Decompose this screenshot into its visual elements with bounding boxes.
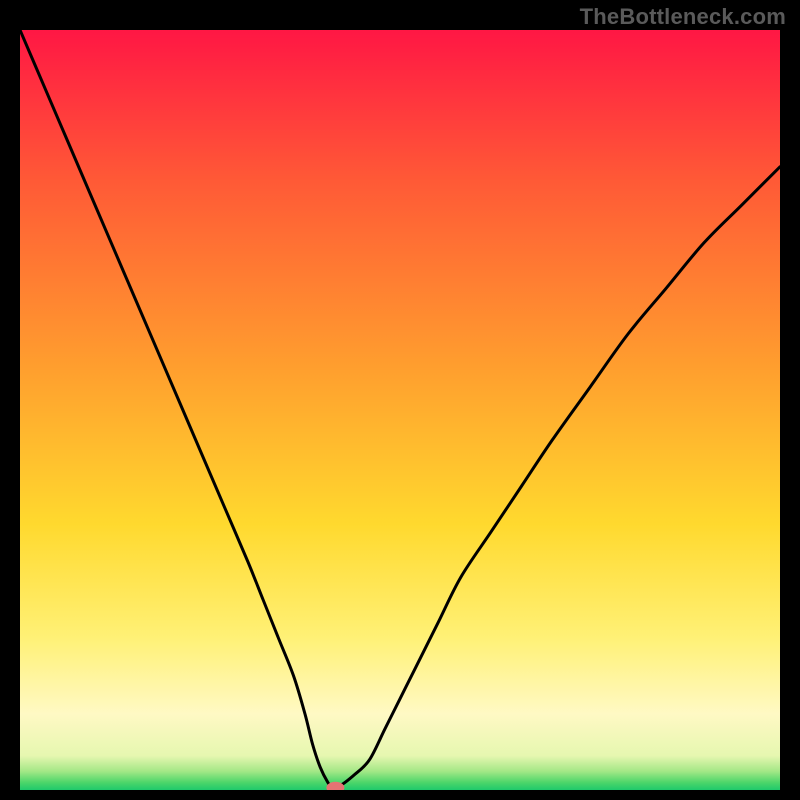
watermark-text: TheBottleneck.com <box>580 4 786 30</box>
plot-frame <box>20 30 780 790</box>
chart-svg <box>20 30 780 790</box>
chart-background <box>20 30 780 790</box>
chart-container: TheBottleneck.com <box>0 0 800 800</box>
